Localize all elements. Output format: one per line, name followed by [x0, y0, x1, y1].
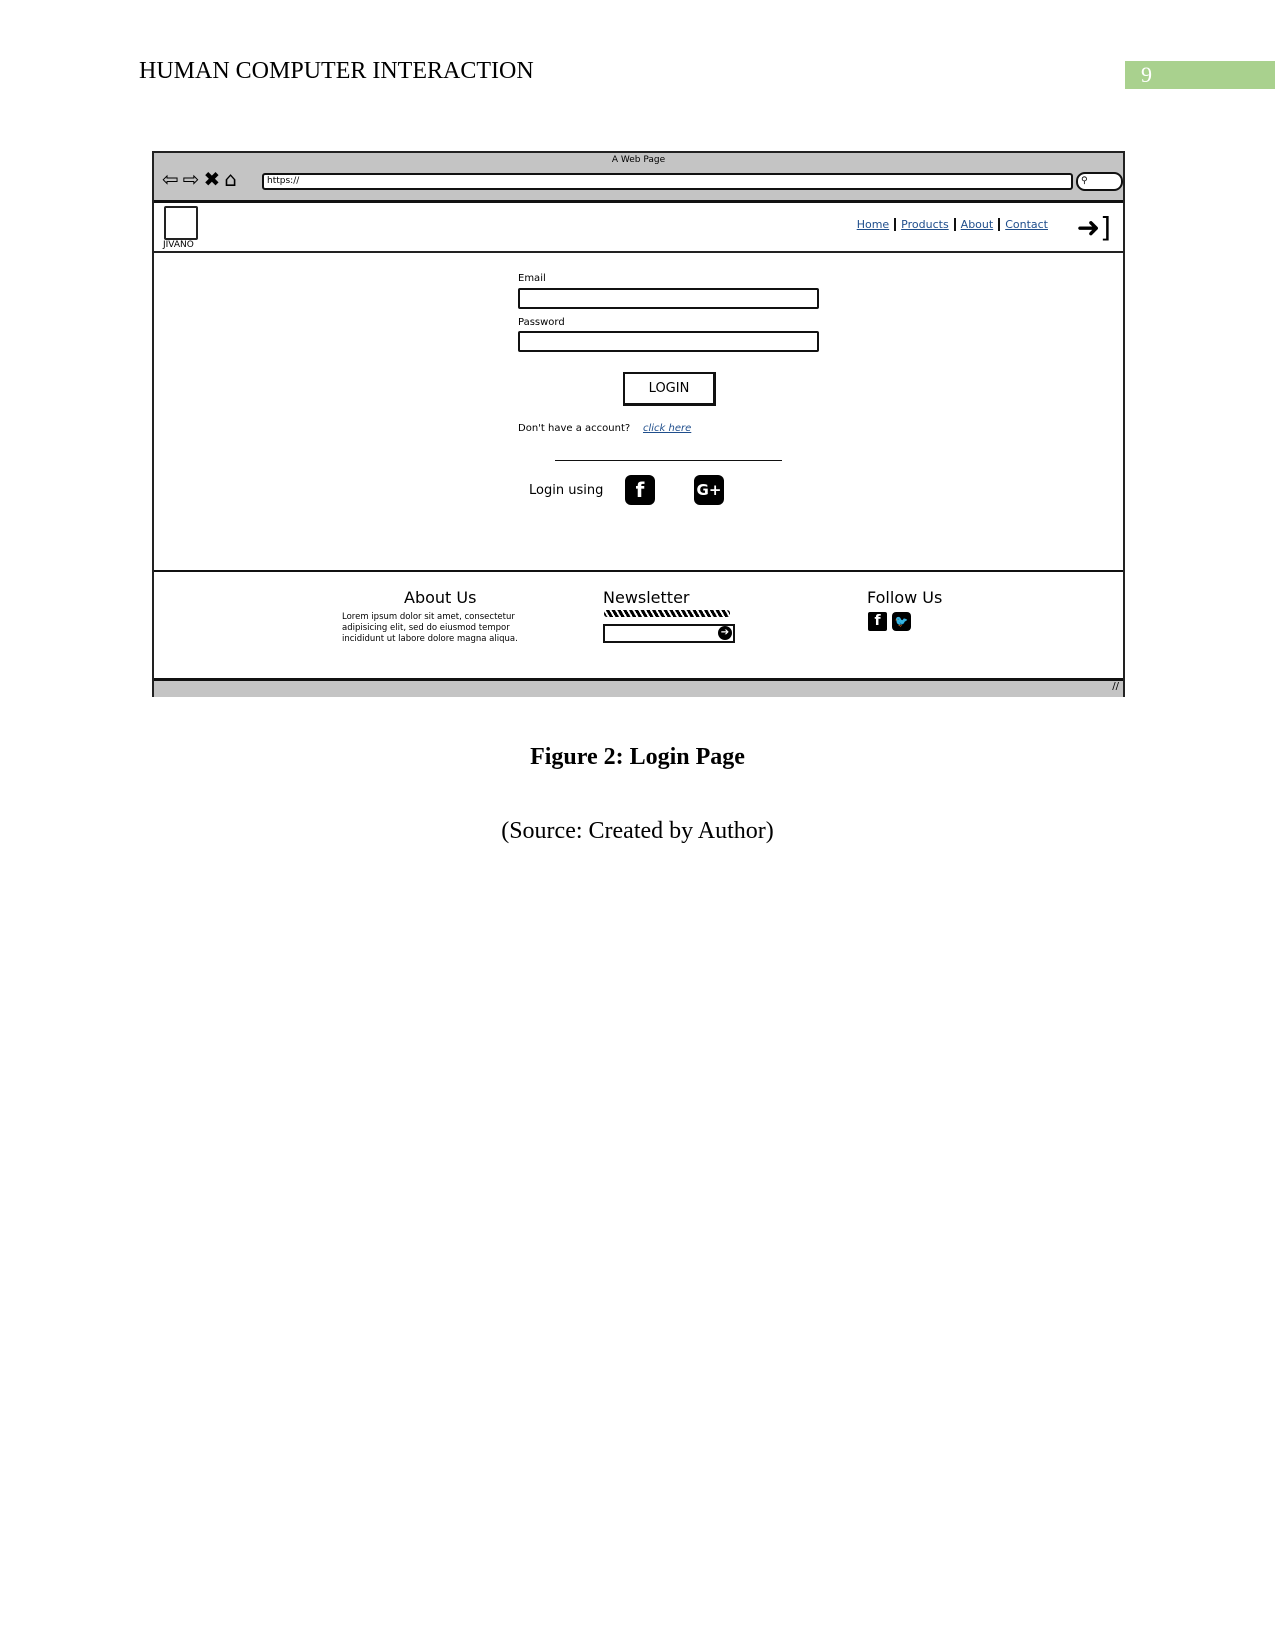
submit-arrow-icon[interactable]: ➔ — [718, 626, 732, 640]
page-number: 9 — [1125, 61, 1275, 89]
home-icon[interactable]: ⌂ — [224, 167, 241, 191]
no-account-text: Don't have a account? — [518, 423, 631, 434]
twitter-icon[interactable]: 🐦 — [892, 612, 911, 631]
nav-contact[interactable]: Contact — [1000, 218, 1053, 231]
social-login-label: Login using — [529, 483, 604, 498]
email-field[interactable] — [518, 288, 819, 309]
figure-caption: Figure 2: Login Page — [530, 744, 745, 770]
about-text: Lorem ipsum dolor sit amet, consectetur … — [342, 612, 518, 644]
search-icon[interactable]: ⚲ — [1076, 172, 1123, 191]
nav-about[interactable]: About — [955, 218, 1001, 231]
login-button[interactable]: LOGIN — [623, 372, 716, 406]
running-header: HUMAN COMPUTER INTERACTION — [139, 58, 534, 84]
site-navbar: JIVANO Home Products About Contact ➜] — [154, 203, 1123, 253]
browser-titlebar: A Web Page ⇦⇨✖⌂ https:// ⚲ — [154, 153, 1123, 203]
google-plus-icon[interactable]: G+ — [694, 475, 724, 505]
logo-placeholder — [164, 206, 198, 240]
browser-statusbar: // — [154, 681, 1123, 697]
about-title: About Us — [404, 588, 477, 607]
url-bar[interactable]: https:// — [262, 173, 1073, 190]
sign-in-icon[interactable]: ➜] — [1077, 211, 1111, 244]
signup-link[interactable]: click here — [643, 423, 691, 434]
facebook-icon[interactable]: f — [868, 612, 887, 631]
password-label: Password — [518, 317, 565, 328]
figure-source: (Source: Created by Author) — [501, 818, 774, 844]
back-arrow-icon[interactable]: ⇦ — [162, 167, 183, 191]
nav-links: Home Products About Contact — [851, 218, 1053, 231]
facebook-icon[interactable]: f — [625, 475, 655, 505]
email-label: Email — [518, 273, 546, 284]
nav-products[interactable]: Products — [896, 218, 956, 231]
newsletter-input[interactable]: ➔ — [603, 624, 735, 643]
newsletter-title: Newsletter — [603, 588, 690, 607]
resize-handle-icon[interactable]: // — [1112, 681, 1119, 692]
nav-home[interactable]: Home — [851, 218, 897, 231]
window-title: A Web Page — [611, 155, 666, 165]
close-x-icon[interactable]: ✖ — [204, 167, 225, 191]
site-footer: About Us Lorem ipsum dolor sit amet, con… — [154, 570, 1123, 681]
scribble-text — [604, 610, 730, 617]
document-page: HUMAN COMPUTER INTERACTION 9 A Web Page … — [0, 0, 1275, 1651]
divider — [555, 460, 782, 461]
wireframe-browser: A Web Page ⇦⇨✖⌂ https:// ⚲ JIVANO Home Pr… — [152, 151, 1125, 697]
follow-title: Follow Us — [867, 588, 943, 607]
password-field[interactable] — [518, 331, 819, 352]
browser-nav-icons: ⇦⇨✖⌂ — [162, 167, 241, 191]
forward-arrow-icon[interactable]: ⇨ — [183, 167, 204, 191]
logo-text: JIVANO — [163, 240, 194, 250]
